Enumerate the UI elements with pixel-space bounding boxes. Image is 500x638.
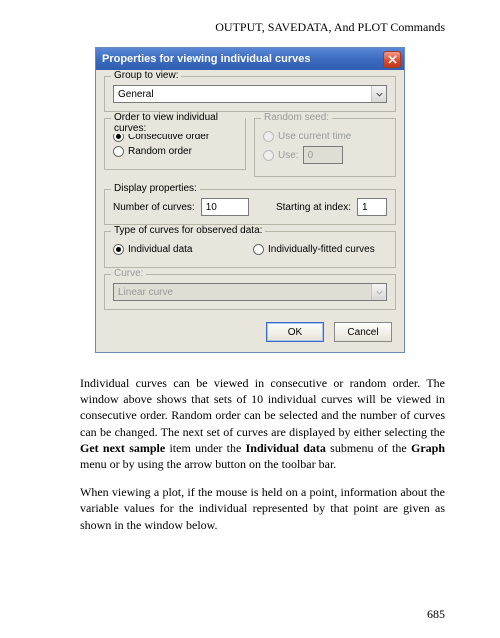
radio-random[interactable]: Random order bbox=[113, 146, 237, 157]
dialog-screenshot: Properties for viewing individual curves… bbox=[95, 47, 405, 353]
group-to-view-legend: Group to view: bbox=[111, 70, 181, 81]
random-seed-legend: Random seed: bbox=[261, 112, 332, 123]
paragraph-2: When viewing a plot, if the mouse is hel… bbox=[80, 484, 445, 533]
paragraph-1: Individual curves can be viewed in conse… bbox=[80, 375, 445, 472]
radio-individual-label: Individual data bbox=[128, 244, 193, 255]
radio-use-label: Use: bbox=[278, 150, 299, 161]
dialog-body: Group to view: General Order to view ind… bbox=[96, 70, 404, 352]
display-properties-box: Display properties: Number of curves: 10… bbox=[104, 189, 396, 225]
start-index-label: Starting at index: bbox=[276, 202, 351, 213]
dialog-title: Properties for viewing individual curves bbox=[102, 53, 310, 65]
close-button[interactable] bbox=[383, 51, 401, 68]
curve-legend: Curve: bbox=[111, 268, 146, 279]
radio-icon bbox=[263, 131, 274, 142]
observed-type-box: Type of curves for observed data: Indivi… bbox=[104, 231, 396, 268]
curve-select: Linear curve bbox=[113, 283, 387, 301]
num-curves-input[interactable]: 10 bbox=[201, 198, 249, 216]
radio-icon bbox=[113, 244, 124, 255]
close-icon bbox=[388, 55, 397, 64]
radio-icon bbox=[263, 150, 274, 161]
dialog-titlebar: Properties for viewing individual curves bbox=[96, 48, 404, 70]
chevron-down-icon bbox=[371, 86, 386, 102]
curve-box: Curve: Linear curve bbox=[104, 274, 396, 310]
radio-fitted-curves[interactable]: Individually-fitted curves bbox=[253, 244, 387, 255]
random-seed-box: Random seed: Use current time Use: 0 bbox=[254, 118, 396, 177]
body-text: Individual curves can be viewed in conse… bbox=[80, 375, 445, 533]
cancel-button[interactable]: Cancel bbox=[334, 322, 392, 342]
order-legend: Order to view individual curves: bbox=[111, 112, 245, 134]
group-select[interactable]: General bbox=[113, 85, 387, 103]
order-box: Order to view individual curves: Consecu… bbox=[104, 118, 246, 170]
group-select-value: General bbox=[118, 89, 154, 100]
radio-random-label: Random order bbox=[128, 146, 192, 157]
display-properties-legend: Display properties: bbox=[111, 183, 200, 194]
num-curves-label: Number of curves: bbox=[113, 202, 195, 213]
radio-icon bbox=[253, 244, 264, 255]
dialog-buttons: OK Cancel bbox=[104, 316, 396, 344]
page-number: 685 bbox=[427, 607, 445, 622]
chevron-down-icon bbox=[371, 284, 386, 300]
radio-use-current-time: Use current time bbox=[263, 131, 387, 142]
page-header: OUTPUT, SAVEDATA, And PLOT Commands bbox=[0, 0, 500, 41]
curve-select-value: Linear curve bbox=[118, 287, 173, 298]
radio-icon bbox=[113, 146, 124, 157]
radio-individual-data[interactable]: Individual data bbox=[113, 244, 247, 255]
radio-fitted-label: Individually-fitted curves bbox=[268, 244, 375, 255]
dialog-window: Properties for viewing individual curves… bbox=[95, 47, 405, 353]
start-index-input[interactable]: 1 bbox=[357, 198, 387, 216]
ok-button[interactable]: OK bbox=[266, 322, 324, 342]
observed-type-legend: Type of curves for observed data: bbox=[111, 225, 265, 236]
radio-use-seed: Use: 0 bbox=[263, 146, 387, 164]
radio-current-time-label: Use current time bbox=[278, 131, 351, 142]
group-to-view-box: Group to view: General bbox=[104, 76, 396, 112]
seed-input: 0 bbox=[303, 146, 343, 164]
